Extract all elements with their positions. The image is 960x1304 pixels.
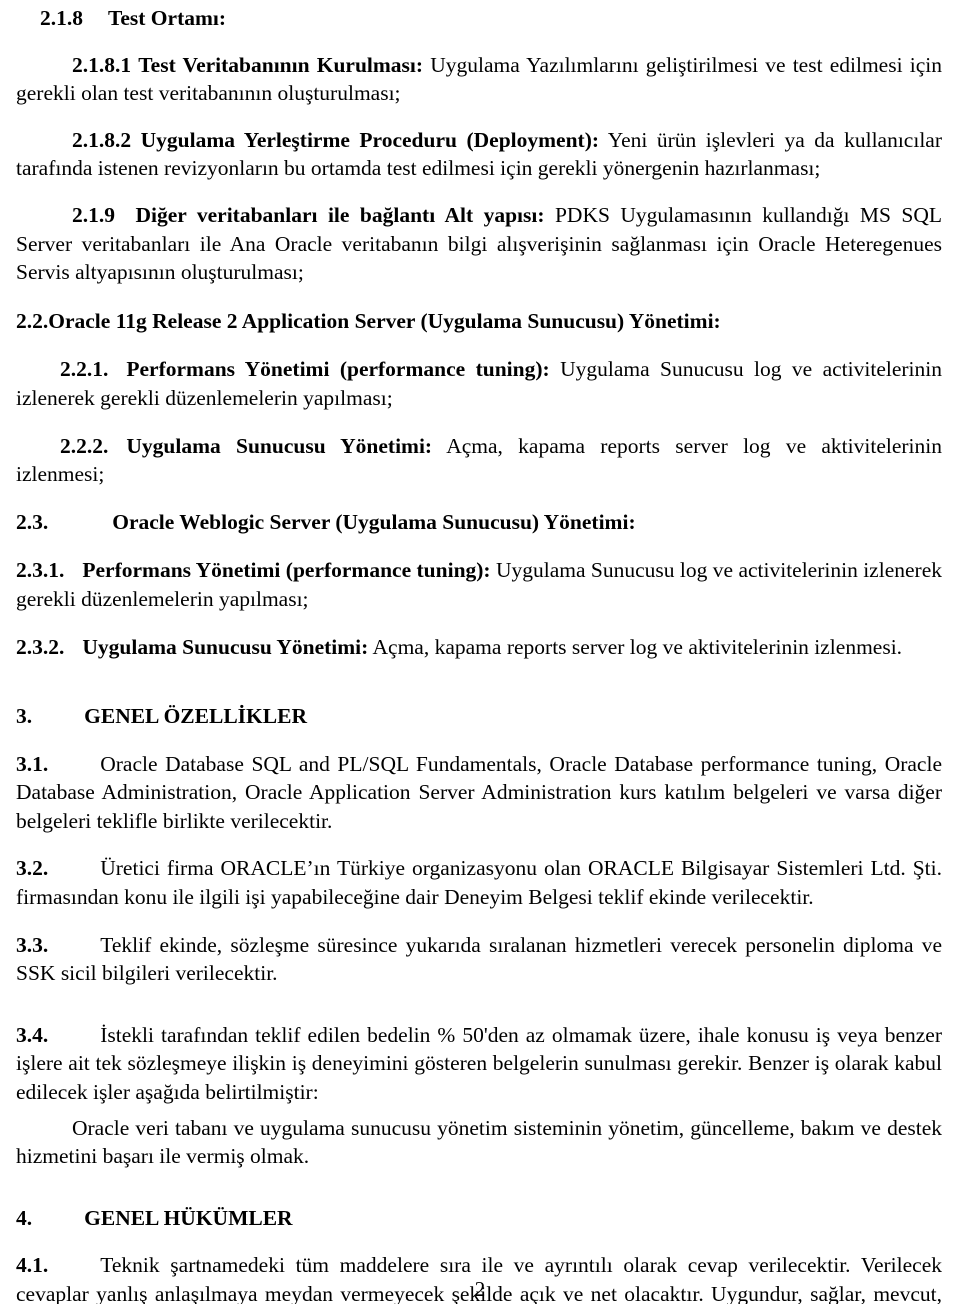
item-number: 2.3.1. [16,558,65,583]
item-2-1-9: 2.1.9 Diğer veritabanları ile bağlantı A… [16,201,942,287]
item-number: 3.1. [16,751,49,776]
item-text: Üretici firma ORACLE’ın Türkiye organiza… [16,856,942,910]
item-number: 2.2.2. [60,433,109,458]
item-lead: Diğer veritabanları ile bağlantı Alt yap… [135,202,545,227]
item-2-2-2: 2.2.2. Uygulama Sunucusu Yönetimi: Açma, … [16,432,942,489]
heading-3: 3. GENEL ÖZELLİKLER [16,702,942,731]
item-3-3: 3.3. Teklif ekinde, sözleşme süresince yu… [16,931,942,988]
heading-2-1-8: 2.1.8 Test Ortamı: [16,4,942,33]
item-lead: Performans Yönetimi (performance tuning)… [126,357,550,382]
item-3-2: 3.2. Üretici firma ORACLE’ın Türkiye orga… [16,854,942,911]
item-text: İstekli tarafından teklif edilen bedelin… [16,1022,942,1105]
item-text: Oracle Database SQL and PL/SQL Fundament… [16,751,942,833]
heading-title: Oracle 11g Release 2 Application Server … [48,308,721,333]
item-number: 2.1.8.1 [72,52,132,77]
heading-title: Test Ortamı: [108,6,227,30]
item-2-3-1: 2.3.1. Performans Yönetimi (performance t… [16,556,942,613]
heading-2-3: 2.3. Oracle Weblogic Server (Uygulama Sun… [16,508,942,537]
item-number: 3.4. [16,1022,49,1047]
heading-title: Oracle Weblogic Server (Uygulama Sunucus… [112,509,636,534]
item-number: 3.3. [16,932,49,957]
item-lead: Test Veritabanının Kurulması: [138,52,424,77]
item-3-4: 3.4. İstekli tarafından teklif edilen bed… [16,1021,942,1107]
heading-4: 4. GENEL HÜKÜMLER [16,1204,942,1233]
item-number: 4.1. [16,1253,49,1278]
item-number: 2.3.2. [16,634,65,659]
item-lead: Uygulama Sunucusu Yönetimi: [126,433,433,458]
heading-2-2: 2.2.Oracle 11g Release 2 Application Ser… [16,307,942,336]
item-number: 3.2. [16,856,49,881]
item-number: 2.2.1. [60,357,109,382]
item-2-1-8-1: 2.1.8.1 Test Veritabanının Kurulması: Uy… [16,51,942,108]
item-3-4-note: Oracle veri tabanı ve uygulama sunucusu … [16,1114,942,1171]
heading-number: 4. [16,1205,33,1230]
heading-number: 3. [16,704,33,729]
heading-number: 2.1.8 [40,6,83,30]
item-2-1-8-2: 2.1.8.2 Uygulama Yerleştirme Proceduru (… [16,126,942,183]
heading-title: GENEL ÖZELLİKLER [84,704,307,729]
heading-title: GENEL HÜKÜMLER [84,1205,293,1230]
heading-number: 2.3. [16,509,49,534]
item-2-2-1: 2.2.1. Performans Yönetimi (performance t… [16,355,942,412]
item-lead: Uygulama Sunucusu Yönetimi: [82,634,369,659]
heading-number: 2.2. [16,308,49,333]
document-page: 2.1.8 Test Ortamı: 2.1.8.1 Test Veritaban… [0,0,960,1304]
item-number: 2.1.9 [72,202,115,227]
item-lead: Uygulama Yerleştirme Proceduru (Deployme… [140,127,600,152]
item-3-1: 3.1. Oracle Database SQL and PL/SQL Funda… [16,750,942,836]
item-text: Oracle veri tabanı ve uygulama sunucusu … [16,1115,942,1169]
item-2-3-2: 2.3.2. Uygulama Sunucusu Yönetimi: Açma, … [16,633,942,662]
item-text: Açma, kapama reports server log ve aktiv… [372,634,903,659]
item-lead: Performans Yönetimi (performance tuning)… [82,558,491,583]
item-text: Teklif ekinde, sözleşme süresince yukarı… [16,932,942,986]
item-number: 2.1.8.2 [72,127,132,152]
document-body: 2.1.8 Test Ortamı: 2.1.8.1 Test Veritaban… [16,4,942,1304]
page-number: 2 [474,1277,486,1301]
